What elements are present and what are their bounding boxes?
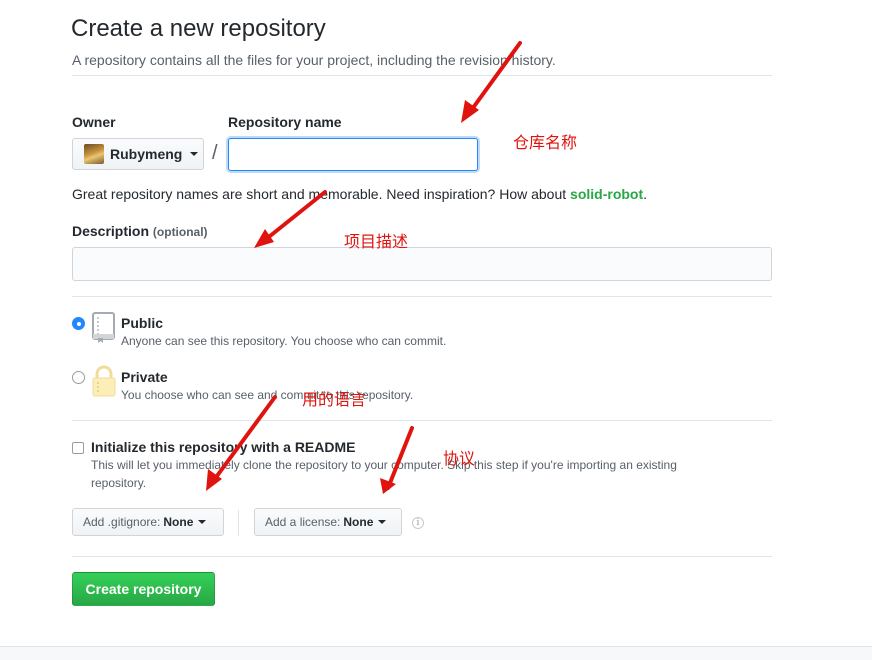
license-value: None [343, 515, 374, 529]
public-radio[interactable] [72, 317, 85, 330]
annotation-description: 项目描述 [344, 232, 409, 251]
annotation-license: 协议 [443, 449, 476, 468]
description-label: Description (optional) [72, 223, 208, 239]
section-divider [72, 296, 772, 297]
arrowhead [254, 229, 274, 248]
annotation-language: 用的语言 [302, 390, 367, 409]
arrowhead [206, 469, 222, 491]
arrowhead [380, 478, 396, 494]
create-repository-button[interactable]: Create repository [72, 572, 215, 606]
private-radio[interactable] [72, 371, 85, 384]
page-subtitle: A repository contains all the files for … [72, 52, 556, 68]
private-option-desc: You choose who can see and commit to thi… [121, 388, 414, 402]
init-readme-desc: This will let you immediately clone the … [91, 458, 677, 472]
init-readme-title: Initialize this repository with a README [91, 439, 356, 455]
caret-down-icon [198, 520, 207, 524]
section-divider [72, 420, 772, 421]
repo-name-hint: Great repository names are short and mem… [72, 186, 648, 202]
owner-name: Rubymeng [110, 146, 183, 162]
lock-icon [92, 365, 116, 397]
caret-down-icon [190, 152, 199, 156]
select-divider [238, 510, 239, 536]
init-readme-checkbox[interactable] [72, 442, 84, 454]
annotation-repo-name: 仓库名称 [513, 133, 578, 152]
license-select[interactable]: Add a license: None [254, 508, 402, 536]
footer-strip [0, 646, 872, 660]
gitignore-value: None [163, 515, 194, 529]
header-divider [72, 75, 772, 76]
private-option-title: Private [121, 369, 168, 385]
info-icon[interactable]: i [412, 517, 424, 529]
page-title: Create a new repository [71, 15, 326, 42]
init-readme-desc-cont: repository. [91, 476, 147, 490]
description-input[interactable] [72, 247, 772, 281]
optional-tag: (optional) [152, 225, 208, 239]
owner-label: Owner [72, 114, 116, 130]
repo-name-label: Repository name [228, 114, 342, 130]
caret-down-icon [378, 520, 387, 524]
avatar [84, 144, 104, 164]
repo-name-input[interactable] [228, 138, 478, 171]
owner-select[interactable]: Rubymeng [72, 138, 204, 170]
gitignore-select[interactable]: Add .gitignore: None [72, 508, 224, 536]
name-suggestion-link[interactable]: solid-robot [570, 186, 643, 202]
repo-book-icon [92, 312, 115, 343]
public-option-title: Public [121, 315, 164, 331]
arrowhead [461, 100, 479, 123]
owner-repo-separator: / [212, 142, 218, 164]
section-divider [72, 556, 772, 557]
public-option-desc: Anyone can see this repository. You choo… [121, 334, 447, 348]
